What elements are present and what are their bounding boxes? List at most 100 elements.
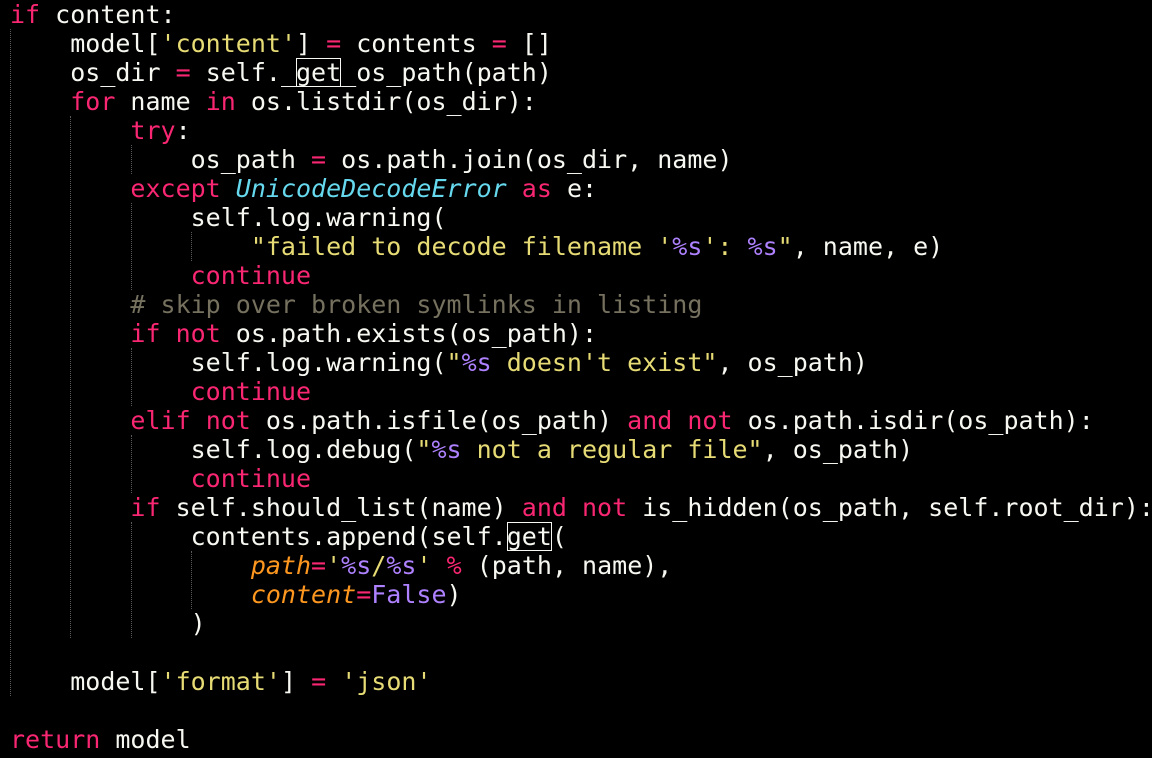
code-token: self._	[190, 58, 296, 87]
code-token: os_dir	[70, 58, 176, 87]
code-token: not	[581, 493, 628, 522]
code-token: if	[130, 319, 161, 348]
code-line[interactable]: continue	[10, 261, 1152, 290]
code-line[interactable]: if not os.path.exists(os_path):	[10, 319, 1152, 348]
code-token: "	[446, 348, 462, 377]
code-token: _os_path(path)	[341, 58, 552, 87]
code-token: return	[10, 725, 101, 754]
code-token: %s	[747, 232, 778, 261]
code-token: self.log.warning(	[190, 348, 447, 377]
code-token: if	[130, 493, 161, 522]
code-token: path	[250, 551, 312, 580]
code-line[interactable]: self.log.warning(	[10, 203, 1152, 232]
code-token: =	[311, 145, 327, 174]
code-token: os_path	[190, 145, 312, 174]
code-line[interactable]: elif not os.path.isfile(os_path) and not…	[10, 406, 1152, 435]
code-token: model[	[70, 667, 161, 696]
code-line[interactable]: try:	[10, 116, 1152, 145]
code-line[interactable]: # skip over broken symlinks in listing	[10, 290, 1152, 319]
code-editor[interactable]: if content: model['content'] = contents …	[0, 0, 1152, 758]
code-token: '	[416, 551, 432, 580]
code-token: (	[551, 522, 567, 551]
code-line[interactable]: if content:	[10, 0, 1152, 29]
code-line[interactable]: os_dir = self._get_os_path(path)	[10, 58, 1152, 87]
code-token: 'format'	[160, 667, 281, 696]
code-token: os.path.isdir(os_path):	[732, 406, 1094, 435]
code-line[interactable]: continue	[10, 377, 1152, 406]
code-token: )	[446, 580, 462, 609]
code-token: not	[175, 319, 221, 348]
code-line[interactable]: "failed to decode filename '%s': %s", na…	[10, 232, 1152, 261]
code-token: content:	[40, 0, 176, 29]
code-token: doesn't exist"	[491, 348, 718, 377]
code-token: %s	[672, 232, 703, 261]
code-token: self.log.debug(	[190, 435, 417, 464]
code-token: =	[311, 667, 327, 696]
code-token: "	[416, 435, 432, 464]
code-token: '	[326, 551, 342, 580]
code-token: # skip over broken symlinks in listing	[130, 290, 703, 319]
code-token: content	[250, 580, 357, 609]
code-token: not a regular file"	[461, 435, 763, 464]
code-token: self.should_list(name)	[160, 493, 522, 522]
code-token: elif	[130, 406, 191, 435]
code-token: "failed to decode filename '	[250, 232, 673, 261]
code-line[interactable]: self.log.debug("%s not a regular file", …	[10, 435, 1152, 464]
match-highlight-token: get	[506, 522, 552, 551]
code-token: os.path.exists(os_path):	[220, 319, 598, 348]
code-line[interactable]: return model	[10, 725, 1152, 754]
code-token: =	[356, 580, 372, 609]
code-token: %s	[341, 551, 372, 580]
code-token: except	[130, 174, 221, 203]
code-token: 'json'	[341, 667, 432, 696]
code-token: and	[521, 493, 567, 522]
code-token: %	[446, 551, 462, 580]
code-token: =	[326, 29, 342, 58]
code-line[interactable]: if self.should_list(name) and not is_hid…	[10, 493, 1152, 522]
code-token: =	[175, 58, 191, 87]
code-token: contents	[341, 29, 492, 58]
code-token: is_hidden(os_path, self.root_dir):	[627, 493, 1152, 522]
code-line[interactable]: path='%s/%s' % (path, name),	[10, 551, 1152, 580]
code-line[interactable]: model['content'] = contents = []	[10, 29, 1152, 58]
code-area[interactable]: if content: model['content'] = contents …	[10, 0, 1152, 754]
code-token: ]	[280, 667, 312, 696]
code-token: continue	[190, 261, 312, 290]
code-line[interactable]: contents.append(self.get(	[10, 522, 1152, 551]
code-token: try	[130, 116, 176, 145]
code-line[interactable]	[10, 638, 1152, 667]
code-line[interactable]: continue	[10, 464, 1152, 493]
code-line[interactable]: content=False)	[10, 580, 1152, 609]
code-token: if	[10, 0, 41, 29]
code-token: name	[115, 87, 206, 116]
code-line[interactable]	[10, 696, 1152, 725]
code-line[interactable]: for name in os.listdir(os_dir):	[10, 87, 1152, 116]
code-line[interactable]: )	[10, 609, 1152, 638]
match-highlight-token: get	[296, 58, 342, 87]
code-line[interactable]: except UnicodeDecodeError as e:	[10, 174, 1152, 203]
code-token: os.path.join(os_dir, name)	[326, 145, 733, 174]
code-line[interactable]: model['format'] = 'json'	[10, 667, 1152, 696]
code-token: model[	[70, 29, 161, 58]
code-line[interactable]: os_path = os.path.join(os_dir, name)	[10, 145, 1152, 174]
code-line[interactable]: self.log.warning("%s doesn't exist", os_…	[10, 348, 1152, 377]
code-token: for	[70, 87, 116, 116]
code-token: UnicodeDecodeError	[235, 174, 507, 203]
code-token: []	[506, 29, 552, 58]
